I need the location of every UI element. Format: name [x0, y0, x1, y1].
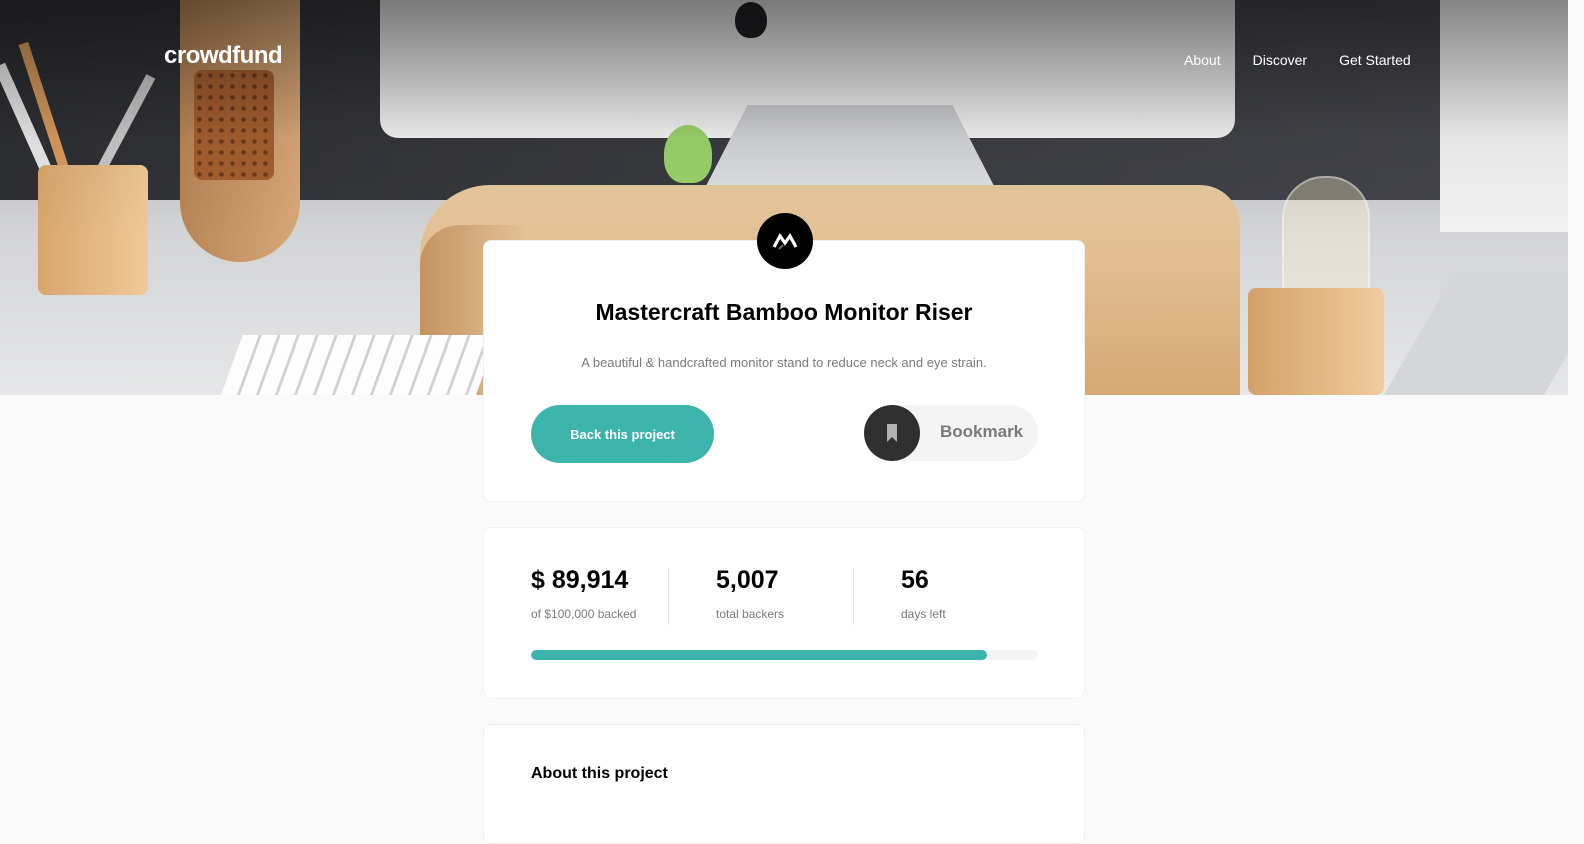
stat-backers: 5,007 total backers [716, 566, 784, 621]
about-heading: About this project [531, 765, 668, 782]
bookmark-label: Bookmark [940, 422, 1024, 441]
backed-amount: $ 89,914 [531, 566, 629, 594]
funding-progress-bar [531, 650, 1038, 660]
main-nav: About Discover Get Started [1184, 52, 1411, 68]
mastercraft-logo-icon [757, 213, 813, 269]
project-description: A beautiful & handcrafted monitor stand … [581, 355, 987, 370]
project-intro-card: Mastercraft Bamboo Monitor Riser A beaut… [483, 240, 1085, 502]
backed-label: of $100,000 backed [531, 607, 637, 621]
stat-backed: $ 89,914 of $100,000 backed [531, 566, 636, 621]
stat-days: 56 days left [901, 566, 946, 621]
bookmark-button[interactable]: Bookmark [864, 405, 1038, 461]
days-left-count: 56 [901, 566, 929, 594]
bookmark-icon [864, 405, 920, 461]
nav-about[interactable]: About [1184, 52, 1221, 68]
funding-progress-fill [531, 650, 987, 660]
stat-divider [853, 568, 854, 625]
back-project-button[interactable]: Back this project [531, 405, 714, 463]
backers-count: 5,007 [716, 566, 779, 594]
about-project-card: About this project [483, 724, 1085, 844]
nav-get-started[interactable]: Get Started [1339, 52, 1411, 68]
days-left-label: days left [901, 607, 946, 621]
stat-divider [668, 568, 669, 625]
nav-discover[interactable]: Discover [1253, 52, 1307, 68]
backers-label: total backers [716, 607, 785, 621]
site-logo[interactable]: crowdfund [164, 42, 283, 70]
project-title: Mastercraft Bamboo Monitor Riser [595, 299, 973, 325]
project-stats-card: $ 89,914 of $100,000 backed 5,007 total … [483, 527, 1085, 699]
